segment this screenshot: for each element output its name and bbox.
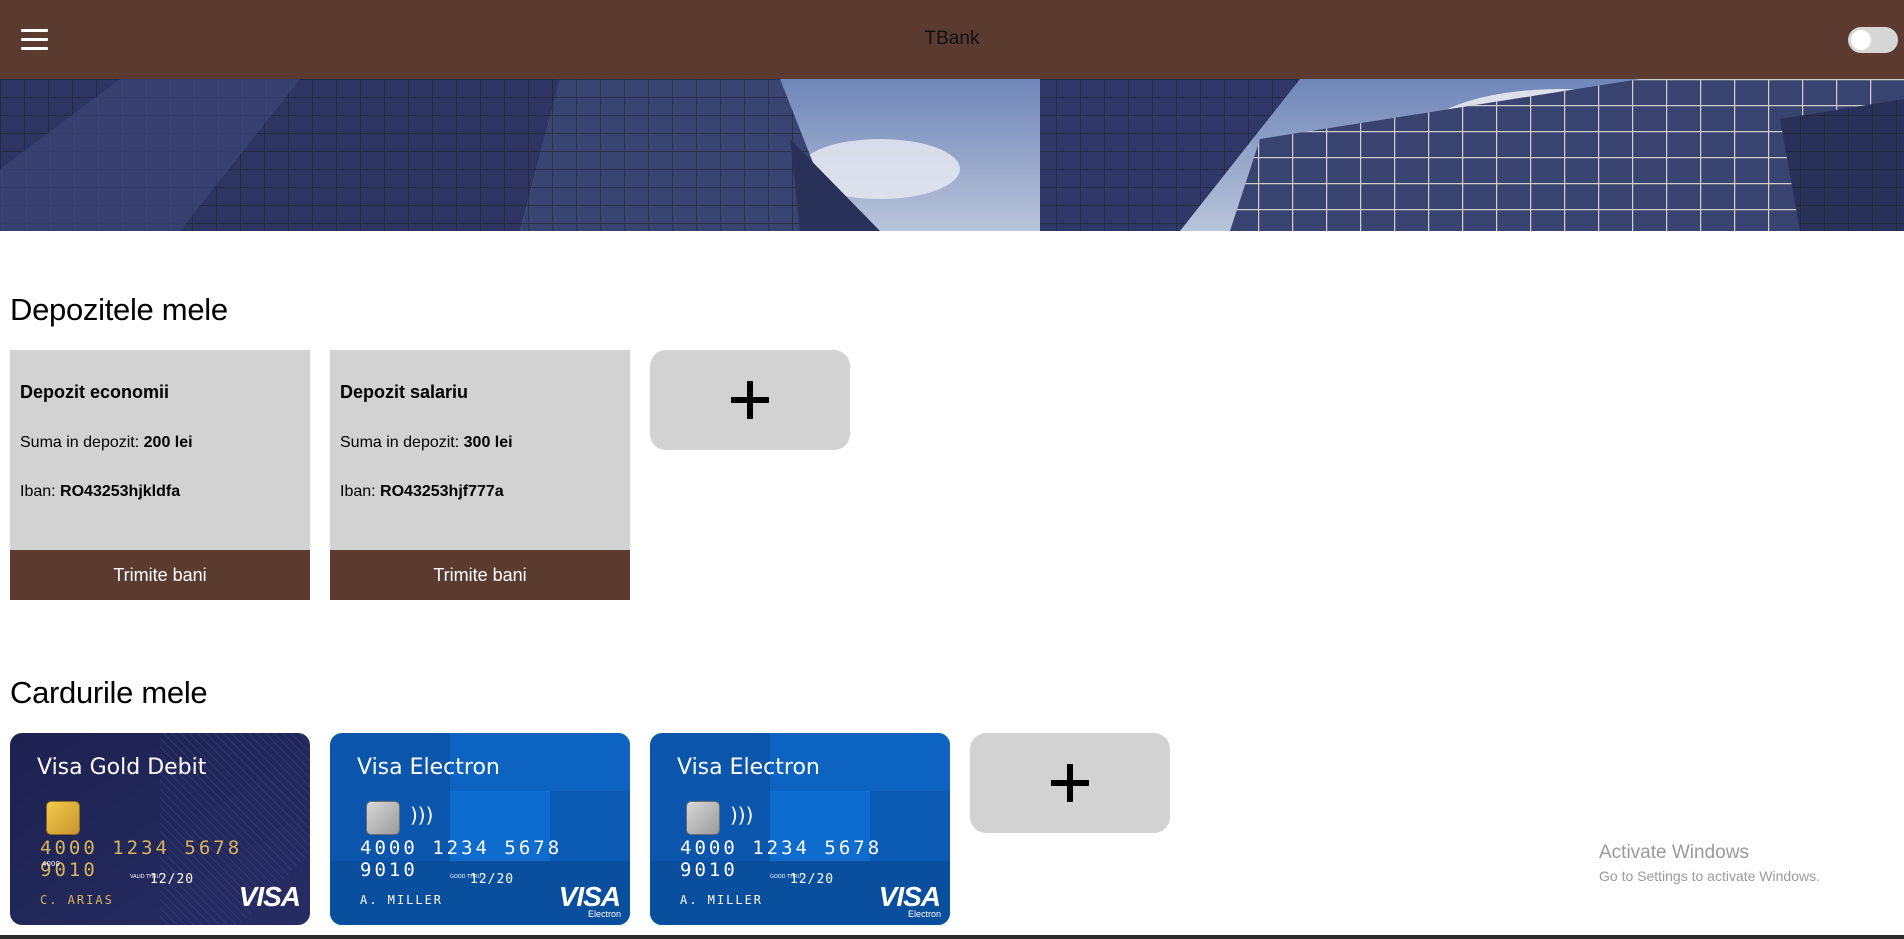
chip-icon <box>46 801 80 835</box>
send-money-button[interactable]: Trimite bani <box>330 550 630 600</box>
add-deposit-button[interactable] <box>650 350 850 450</box>
deposit-card: Depozit salariu Suma in depozit: 300 lei… <box>330 350 630 600</box>
visa-logo-icon: VISA <box>238 881 301 912</box>
toggle-knob <box>1851 30 1871 50</box>
electron-label: Electron <box>587 909 621 919</box>
visa-gold-debit-card[interactable]: Visa Gold Debit 4000 1234 5678 9010 4000… <box>10 733 310 925</box>
chip-icon <box>686 801 720 835</box>
deposit-name: Depozit economii <box>20 382 170 402</box>
deposit-iban-label: Iban: <box>20 483 56 500</box>
deposit-iban-row: Iban: RO43253hjkldfa <box>20 483 180 501</box>
contactless-icon: ))) <box>410 803 434 827</box>
cards-section-title: Cardurile mele <box>10 675 208 710</box>
deposit-iban-row: Iban: RO43253hjf777a <box>340 483 504 501</box>
contactless-icon: ))) <box>730 803 754 827</box>
deposit-iban-value: RO43253hjf777a <box>380 483 504 500</box>
top-navbar: TBank <box>0 0 1904 79</box>
card-expiry: 12/20 <box>470 872 515 887</box>
activate-windows-subtitle: Go to Settings to activate Windows. <box>1599 868 1820 884</box>
deposit-amount-row: Suma in depozit: 300 lei <box>340 434 513 452</box>
deposit-iban-label: Iban: <box>340 483 376 500</box>
visa-electron-card[interactable]: Visa Electron ))) 4000 1234 5678 9010 GO… <box>330 733 630 925</box>
deposit-card: Depozit economii Suma in depozit: 200 le… <box>10 350 310 600</box>
buildings-illustration <box>0 79 1904 231</box>
deposit-iban-value: RO43253hjkldfa <box>60 483 181 500</box>
activate-windows-title: Activate Windows <box>1599 842 1749 863</box>
card-title: Visa Electron <box>677 755 820 780</box>
card-holder: A. MILLER <box>680 893 764 907</box>
card-holder: C. ARIAS <box>40 893 114 907</box>
deposit-amount-value: 300 lei <box>463 434 513 451</box>
card-title: Visa Gold Debit <box>37 755 207 780</box>
add-card-button[interactable] <box>970 733 1170 833</box>
deposit-amount-label: Suma in depozit: <box>340 434 460 451</box>
card-expiry: 12/20 <box>150 872 195 887</box>
chip-icon <box>366 801 400 835</box>
deposit-name: Depozit salariu <box>340 382 469 402</box>
hero-banner-image <box>0 79 1904 231</box>
card-expiry: 12/20 <box>790 872 835 887</box>
card-title: Visa Electron <box>357 755 500 780</box>
visa-electron-card[interactable]: Visa Electron ))) 4000 1234 5678 9010 GO… <box>650 733 950 925</box>
card-holder: A. MILLER <box>360 893 444 907</box>
electron-label: Electron <box>907 909 941 919</box>
deposit-amount-value: 200 lei <box>143 434 193 451</box>
card-small-number: 4000 <box>42 860 60 868</box>
deposits-section-title: Depozitele mele <box>10 292 228 327</box>
deposit-amount-row: Suma in depozit: 200 lei <box>20 434 193 452</box>
send-money-button[interactable]: Trimite bani <box>10 550 310 600</box>
brand-title: TBank <box>924 28 980 49</box>
theme-toggle[interactable] <box>1848 27 1898 53</box>
deposit-amount-label: Suma in depozit: <box>20 434 140 451</box>
bottom-border <box>0 935 1904 939</box>
